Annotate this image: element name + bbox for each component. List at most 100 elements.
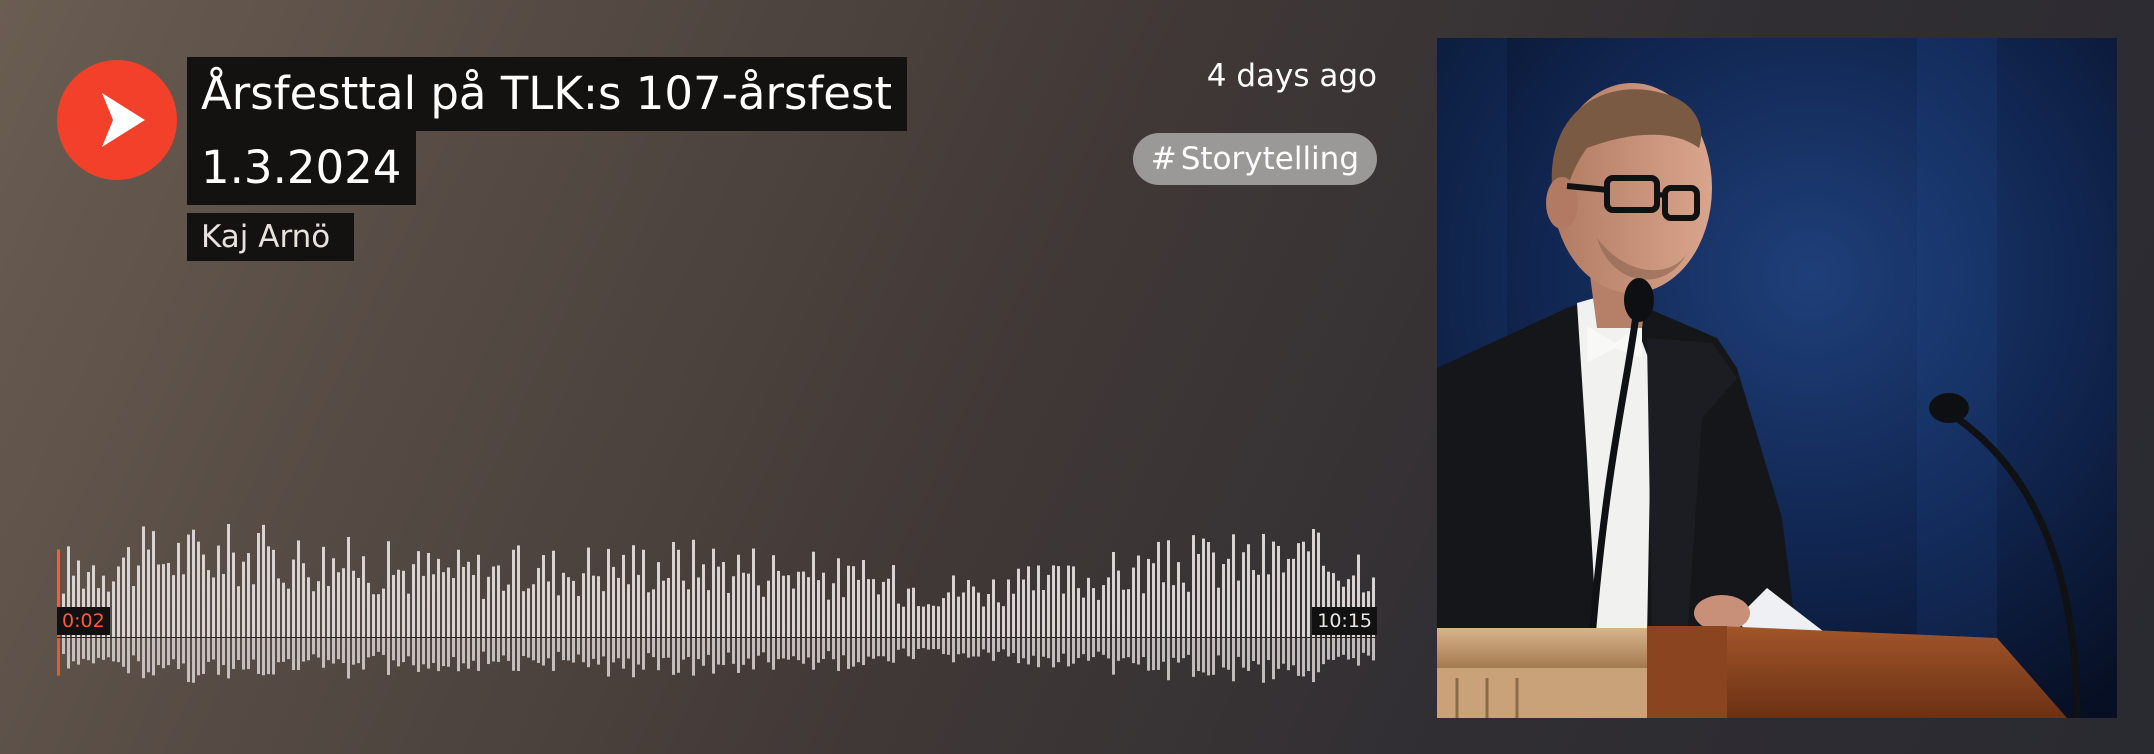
track-artwork[interactable] [1437, 38, 2117, 718]
waveform-bar [702, 564, 705, 637]
waveform-bar [1297, 543, 1300, 637]
waveform-bar [352, 570, 355, 637]
waveform-bar-reflection [477, 638, 480, 671]
waveform-bar [502, 590, 505, 637]
play-button[interactable] [57, 60, 177, 180]
waveform-bar [337, 572, 340, 637]
waveform[interactable] [57, 500, 1377, 700]
waveform-bar-reflection [437, 638, 440, 672]
waveform-bar [432, 574, 435, 637]
waveform-bar-reflection [857, 638, 860, 663]
waveform-bar [962, 592, 965, 637]
waveform-bar-reflection [1172, 638, 1175, 658]
waveform-bar [342, 568, 345, 637]
waveform-bar [262, 524, 265, 637]
waveform-bar [912, 587, 915, 637]
waveform-bar-reflection [1252, 638, 1255, 662]
waveform-bar-reflection [1222, 638, 1225, 668]
waveform-bar [1052, 565, 1055, 637]
waveform-bar [657, 562, 660, 637]
waveform-bar [1247, 544, 1250, 637]
waveform-bar [1272, 541, 1275, 637]
waveform-bar-reflection [652, 638, 655, 658]
genre-tag[interactable]: # Storytelling [1132, 133, 1377, 185]
waveform-bar [672, 542, 675, 637]
waveform-bar [1017, 568, 1020, 637]
waveform-bar-reflection [872, 638, 875, 659]
waveform-bar [1222, 564, 1225, 637]
waveform-bar [1277, 545, 1280, 637]
waveform-bar [142, 526, 145, 637]
waveform-bar-reflection [1357, 638, 1360, 666]
waveform-bar-reflection [397, 638, 400, 667]
waveform-bar-reflection [1097, 638, 1100, 652]
waveform-bar [947, 592, 950, 637]
waveform-bar-reflection [1077, 638, 1080, 658]
waveform-bar-reflection [1027, 638, 1030, 665]
waveform-bar [627, 584, 630, 637]
waveform-bar-reflection [1352, 638, 1355, 659]
waveform-bar [357, 577, 360, 637]
waveform-bar [372, 594, 375, 637]
waveform-bar [932, 605, 935, 637]
waveform-bar [1187, 591, 1190, 637]
track-title[interactable]: Årsfesttal på TLK:s 107-årsfest [187, 57, 908, 131]
waveform-bar [707, 590, 710, 637]
waveform-bar [382, 588, 385, 637]
waveform-bar-reflection [187, 638, 190, 683]
waveform-bar-reflection [272, 638, 275, 675]
waveform-bar [347, 536, 350, 637]
waveform-bar-reflection [1267, 638, 1270, 661]
waveform-bar [472, 574, 475, 637]
waveform-bar-reflection [692, 638, 695, 676]
waveform-bar-reflection [1092, 638, 1095, 658]
waveform-bar [332, 558, 335, 637]
waveform-bar [512, 549, 515, 637]
track-title-continued[interactable]: 1.3.2024 [187, 131, 417, 205]
waveform-bar [1142, 593, 1145, 637]
waveform-bar [152, 531, 155, 637]
artist-name[interactable]: Kaj Arnö [187, 213, 355, 261]
waveform-bar-reflection [1207, 638, 1210, 676]
waveform-bar [187, 534, 190, 637]
waveform-bar [1232, 534, 1235, 637]
waveform-bar-reflection [1067, 638, 1070, 667]
waveform-bar [897, 603, 900, 637]
waveform-bar [667, 577, 670, 637]
waveform-bar [1022, 579, 1025, 637]
waveform-bar-reflection [1367, 638, 1370, 656]
waveform-bar [1307, 551, 1310, 637]
waveform-bar [907, 588, 910, 637]
waveform-bar [322, 546, 325, 637]
waveform-bar [872, 579, 875, 637]
waveform-bar-reflection [427, 638, 430, 669]
waveform-bar-reflection [842, 638, 845, 656]
waveform-bar-reflection [787, 638, 790, 660]
waveform-bar-reflection [257, 638, 260, 674]
waveform-bar [437, 558, 440, 637]
waveform-bar-reflection [292, 638, 295, 671]
waveform-bar-reflection [382, 638, 385, 655]
waveform-bar [827, 599, 830, 637]
waveform-bar-reflection [847, 638, 850, 669]
waveform-bar-reflection [217, 638, 220, 675]
waveform-bar [192, 529, 195, 637]
waveform-bar [597, 576, 600, 637]
waveform-bar-reflection [172, 638, 175, 660]
waveform-bar-reflection [627, 638, 630, 659]
waveform-bar [1057, 566, 1060, 637]
waveform-bar-reflection [1237, 638, 1240, 657]
waveform-bar-reflection [1167, 638, 1170, 681]
waveform-bar-reflection [1362, 638, 1365, 653]
waveform-bar [867, 579, 870, 637]
waveform-bar-reflection [1157, 638, 1160, 670]
waveform-bar [987, 593, 990, 637]
waveform-bar-reflection [932, 638, 935, 650]
waveform-bar [197, 541, 200, 637]
waveform-bar-reflection [177, 638, 180, 670]
waveform-bar-reflection [1107, 638, 1110, 659]
waveform-bar-reflection [917, 638, 920, 650]
waveform-bar [977, 592, 980, 637]
waveform-bar-reflection [1202, 638, 1205, 673]
waveform-bar-reflection [572, 638, 575, 663]
